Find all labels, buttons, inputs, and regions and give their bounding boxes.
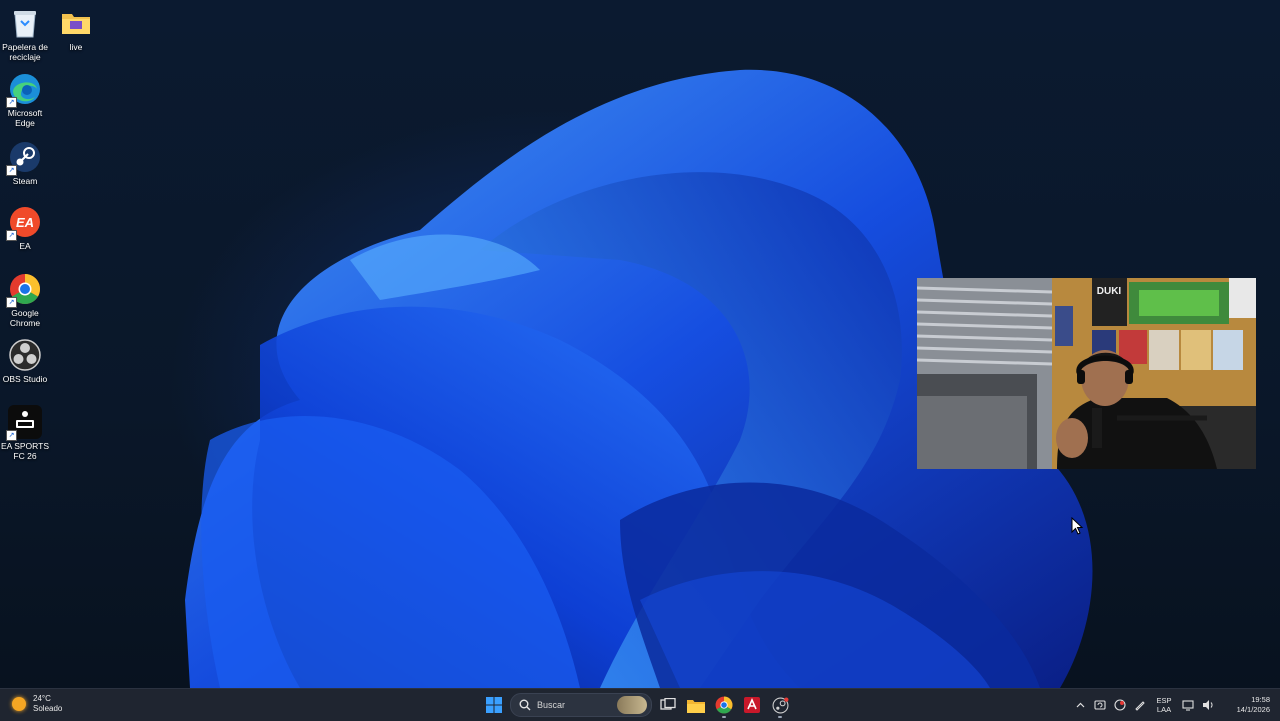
- chevron-up-icon: [1076, 702, 1084, 708]
- monitor-icon: [1182, 700, 1194, 711]
- webcam-overlay: DUKI: [917, 278, 1256, 469]
- weather-condition: Soleado: [33, 704, 63, 713]
- desktop-icon-steam[interactable]: ↗ Steam: [0, 140, 50, 186]
- pen-icon: [1135, 701, 1145, 711]
- keyboard-layout: LAA: [1156, 705, 1172, 714]
- tray-sync-button[interactable]: [1090, 689, 1110, 721]
- tray-volume-button[interactable]: [1198, 689, 1218, 721]
- task-view-icon: [660, 698, 676, 710]
- sync-icon: [1094, 700, 1106, 710]
- tray-steam-button[interactable]: [1110, 689, 1130, 721]
- edge-icon: ↗: [6, 72, 42, 108]
- clock-time: 19:58: [1251, 695, 1270, 704]
- chrome-icon: [715, 696, 733, 714]
- app-icon: [744, 697, 760, 713]
- search-icon: [519, 699, 531, 711]
- steam-icon: [772, 697, 788, 713]
- shortcut-arrow-icon: ↗: [6, 430, 17, 441]
- system-tray: ESP LAA 19:58 14/1/2026: [1070, 689, 1280, 721]
- recycle-bin-icon: [8, 6, 42, 40]
- weather-widget[interactable]: 24°C Soleado: [12, 694, 62, 714]
- desktop-icon-label: OBS Studio: [2, 374, 48, 384]
- fc26-icon: ↗: [6, 405, 42, 441]
- start-button[interactable]: [480, 691, 508, 719]
- running-indicator: [778, 716, 782, 718]
- folder-icon: [59, 6, 93, 40]
- chrome-icon: ↗: [6, 272, 42, 308]
- desktop-icon-ea[interactable]: EA ↗ EA: [0, 205, 50, 251]
- steam-taskbar-button[interactable]: [766, 691, 794, 719]
- clock-date: 14/1/2026: [1236, 705, 1270, 714]
- mouse-cursor: [1071, 517, 1084, 535]
- taskbar: 24°C Soleado Buscar ESP LAA 19:58 14/1/2…: [0, 688, 1280, 721]
- search-highlight-image: [617, 696, 647, 714]
- file-explorer-icon: [687, 699, 705, 713]
- desktop-icon-label: Microsoft Edge: [7, 108, 43, 128]
- tray-network-button[interactable]: [1130, 689, 1150, 721]
- search-placeholder: Buscar: [537, 700, 566, 710]
- desktop-icon-obs[interactable]: OBS Studio: [0, 338, 50, 384]
- ea-icon: EA ↗: [6, 205, 42, 241]
- app-taskbar-button[interactable]: [738, 691, 766, 719]
- desktop-icon-live[interactable]: live: [51, 6, 101, 52]
- running-indicator: [722, 716, 726, 718]
- shortcut-arrow-icon: ↗: [6, 97, 17, 108]
- poster-text: DUKI: [1097, 286, 1122, 297]
- steam-icon: ↗: [6, 140, 42, 176]
- desktop-icon-edge[interactable]: ↗ Microsoft Edge: [0, 72, 50, 128]
- language-indicator[interactable]: ESP LAA: [1150, 696, 1178, 714]
- file-explorer-button[interactable]: [682, 691, 710, 719]
- search-box[interactable]: Buscar: [510, 693, 652, 717]
- shortcut-arrow-icon: ↗: [6, 297, 17, 308]
- desktop-icon-recycle-bin[interactable]: Papelera de reciclaje: [0, 6, 50, 62]
- show-hidden-icons-button[interactable]: [1070, 689, 1090, 721]
- desktop-icon-label: Steam: [12, 176, 38, 186]
- desktop-icon-chrome[interactable]: ↗ Google Chrome: [0, 272, 50, 328]
- language-code: ESP: [1156, 696, 1172, 705]
- tray-display-button[interactable]: [1178, 689, 1198, 721]
- shortcut-arrow-icon: ↗: [6, 230, 17, 241]
- desktop-icon-label: EA: [19, 241, 31, 251]
- shortcut-arrow-icon: ↗: [6, 165, 17, 176]
- weather-temp: 24°C: [33, 694, 51, 703]
- steam-tray-icon: [1114, 699, 1126, 711]
- sun-icon: [12, 697, 26, 711]
- desktop-icon-label: Papelera de reciclaje: [2, 42, 48, 62]
- desktop-icon-fc26[interactable]: ↗ EA SPORTS FC 26: [0, 405, 50, 461]
- volume-icon: [1202, 700, 1213, 710]
- windows-logo-icon: [486, 697, 502, 713]
- obs-icon: [8, 338, 42, 372]
- clock[interactable]: 19:58 14/1/2026: [1218, 695, 1280, 715]
- svg-text:EA: EA: [16, 215, 34, 230]
- desktop-icon-label: EA SPORTS FC 26: [0, 441, 50, 461]
- chrome-taskbar-button[interactable]: [710, 691, 738, 719]
- desktop-icon-label: live: [69, 42, 83, 52]
- desktop-icon-label: Google Chrome: [9, 308, 41, 328]
- task-view-button[interactable]: [654, 691, 682, 719]
- desktop[interactable]: Papelera de reciclaje live ↗ Microsoft E…: [0, 0, 1280, 688]
